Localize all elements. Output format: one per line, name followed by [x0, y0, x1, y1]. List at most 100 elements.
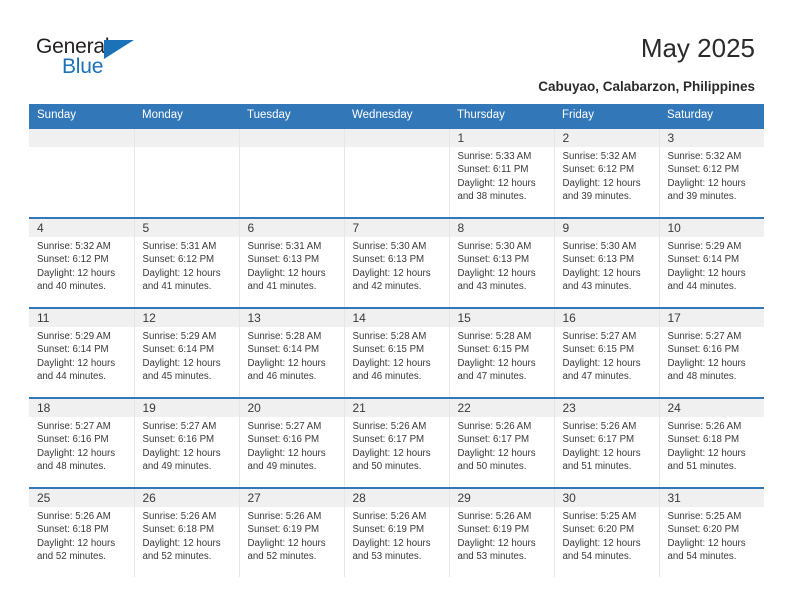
daylight-duration-line1: Daylight: 12 hours	[667, 447, 746, 459]
day-cell[interactable]: 8 Sunrise: 5:30 AM Sunset: 6:13 PM Daylight…	[449, 217, 555, 308]
sunset-time: Sunset: 6:14 PM	[37, 344, 109, 356]
day-number: 12	[134, 309, 239, 327]
triangle-icon	[104, 40, 134, 59]
day-number: 19	[134, 399, 239, 417]
day-cell[interactable]: 13 Sunrise: 5:28 AM Sunset: 6:14 PM Dayligh…	[239, 307, 345, 398]
day-number: 17	[659, 309, 764, 327]
sunrise-time: Sunrise: 5:27 AM	[667, 331, 742, 342]
day-cell[interactable]: 23 Sunrise: 5:26 AM Sunset: 6:17 PM Dayligh…	[554, 397, 660, 488]
day-cell[interactable]: 29 Sunrise: 5:26 AM Sunset: 6:19 PM Dayligh…	[449, 487, 555, 577]
daylight-duration-line1: Daylight: 12 hours	[37, 267, 116, 279]
day-details: Sunrise: 5:26 AM Sunset: 6:18 PM Daylight:…	[660, 417, 765, 473]
day-cell[interactable]: 18 Sunrise: 5:27 AM Sunset: 6:16 PM Dayligh…	[29, 397, 135, 488]
weekday-header-thursday: Thursday	[449, 104, 554, 128]
day-cell[interactable]: 2 Sunrise: 5:32 AM Sunset: 6:12 PM Daylight…	[554, 127, 660, 218]
day-cell[interactable]: 30 Sunrise: 5:25 AM Sunset: 6:20 PM Dayligh…	[554, 487, 660, 577]
day-cell[interactable]: 5 Sunrise: 5:31 AM Sunset: 6:12 PM Daylight…	[134, 217, 240, 308]
day-number: 16	[554, 309, 659, 327]
day-number: 4	[29, 219, 134, 237]
day-cell[interactable]: 10 Sunrise: 5:29 AM Sunset: 6:14 PM Dayligh…	[659, 217, 764, 308]
day-cell[interactable]: 9 Sunrise: 5:30 AM Sunset: 6:13 PM Daylight…	[554, 217, 660, 308]
daylight-duration-line1: Daylight: 12 hours	[667, 357, 746, 369]
day-cell[interactable]: 28 Sunrise: 5:26 AM Sunset: 6:19 PM Dayligh…	[344, 487, 450, 577]
daylight-duration-line2: and 44 minutes.	[667, 280, 737, 292]
day-cell[interactable]: 6 Sunrise: 5:31 AM Sunset: 6:13 PM Daylight…	[239, 217, 345, 308]
day-cell[interactable]: 1 Sunrise: 5:33 AM Sunset: 6:11 PM Daylight…	[449, 127, 555, 218]
day-details: Sunrise: 5:26 AM Sunset: 6:19 PM Daylight:…	[240, 507, 344, 563]
daylight-duration-line1: Daylight: 12 hours	[352, 447, 431, 459]
daylight-duration-line1: Daylight: 12 hours	[37, 537, 116, 549]
day-cell[interactable]: 16 Sunrise: 5:27 AM Sunset: 6:15 PM Dayligh…	[554, 307, 660, 398]
day-details: Sunrise: 5:27 AM Sunset: 6:16 PM Daylight:…	[240, 417, 344, 473]
daylight-duration-line2: and 46 minutes.	[247, 370, 317, 382]
day-cell[interactable]: 11 Sunrise: 5:29 AM Sunset: 6:14 PM Dayligh…	[29, 307, 135, 398]
day-details: Sunrise: 5:27 AM Sunset: 6:16 PM Daylight:…	[29, 417, 134, 473]
daylight-duration-line2: and 39 minutes.	[562, 190, 632, 202]
day-cell[interactable]: 20 Sunrise: 5:27 AM Sunset: 6:16 PM Dayligh…	[239, 397, 345, 488]
sunrise-time: Sunrise: 5:27 AM	[37, 421, 111, 432]
sunset-time: Sunset: 6:20 PM	[667, 524, 740, 536]
daylight-duration-line2: and 53 minutes.	[457, 550, 527, 562]
sunset-time: Sunset: 6:15 PM	[562, 344, 635, 356]
day-cell[interactable]: 7 Sunrise: 5:30 AM Sunset: 6:13 PM Daylight…	[344, 217, 450, 308]
day-cell[interactable]: 26 Sunrise: 5:26 AM Sunset: 6:18 PM Dayligh…	[134, 487, 240, 577]
page-header: General Blue May 2025 Cabuyao, Calabarzo…	[0, 0, 792, 100]
daylight-duration-line1: Daylight: 12 hours	[667, 537, 746, 549]
day-cell[interactable]: 3 Sunrise: 5:32 AM Sunset: 6:12 PM Daylight…	[659, 127, 764, 218]
day-details: Sunrise: 5:28 AM Sunset: 6:15 PM Daylight:…	[450, 327, 554, 383]
day-cell[interactable]: 12 Sunrise: 5:29 AM Sunset: 6:14 PM Dayligh…	[134, 307, 240, 398]
daylight-duration-line2: and 45 minutes.	[142, 370, 212, 382]
sunrise-time: Sunrise: 5:32 AM	[667, 151, 742, 162]
day-cell[interactable]: 21 Sunrise: 5:26 AM Sunset: 6:17 PM Dayligh…	[344, 397, 450, 488]
daylight-duration-line2: and 54 minutes.	[667, 550, 737, 562]
daylight-duration-line2: and 39 minutes.	[667, 190, 737, 202]
daylight-duration-line2: and 43 minutes.	[457, 280, 527, 292]
sunset-time: Sunset: 6:13 PM	[352, 254, 425, 266]
daylight-duration-line2: and 49 minutes.	[247, 460, 317, 472]
day-number: 15	[449, 309, 554, 327]
sunrise-time: Sunrise: 5:32 AM	[562, 151, 637, 162]
day-cell[interactable]: 27 Sunrise: 5:26 AM Sunset: 6:19 PM Dayligh…	[239, 487, 345, 577]
day-number: 23	[554, 399, 659, 417]
day-cell[interactable]: 24 Sunrise: 5:26 AM Sunset: 6:18 PM Dayligh…	[659, 397, 765, 488]
sunrise-time: Sunrise: 5:30 AM	[562, 241, 637, 252]
sunset-time: Sunset: 6:12 PM	[142, 254, 215, 266]
day-number: 9	[554, 219, 659, 237]
day-cell[interactable]: 19 Sunrise: 5:27 AM Sunset: 6:16 PM Dayligh…	[134, 397, 240, 488]
day-number: 13	[239, 309, 344, 327]
sunset-time: Sunset: 6:17 PM	[457, 434, 530, 446]
day-cell-empty	[134, 127, 240, 218]
daylight-duration-line1: Daylight: 12 hours	[457, 177, 536, 189]
daylight-duration-line2: and 40 minutes.	[37, 280, 106, 292]
day-number: 20	[239, 399, 344, 417]
brand-logo[interactable]: General Blue	[36, 36, 156, 82]
day-cell[interactable]: 4 Sunrise: 5:32 AM Sunset: 6:12 PM Daylight…	[29, 217, 135, 308]
day-details: Sunrise: 5:32 AM Sunset: 6:12 PM Daylight:…	[555, 147, 659, 203]
daylight-duration-line1: Daylight: 12 hours	[142, 537, 221, 549]
daylight-duration-line2: and 52 minutes.	[247, 550, 317, 562]
day-cell[interactable]: 31 Sunrise: 5:25 AM Sunset: 6:20 PM Dayligh…	[659, 487, 764, 577]
sunrise-time: Sunrise: 5:26 AM	[352, 511, 427, 522]
sunrise-time: Sunrise: 5:29 AM	[142, 331, 217, 342]
calendar-body: 1 Sunrise: 5:33 AM Sunset: 6:11 PM Daylight…	[29, 127, 765, 577]
day-cell-empty	[344, 127, 450, 218]
day-cell[interactable]: 25 Sunrise: 5:26 AM Sunset: 6:18 PM Dayligh…	[29, 487, 135, 577]
day-cell[interactable]: 15 Sunrise: 5:28 AM Sunset: 6:15 PM Dayligh…	[449, 307, 555, 398]
day-cell-empty	[239, 127, 345, 218]
day-number: 5	[134, 219, 239, 237]
sunset-time: Sunset: 6:20 PM	[562, 524, 635, 536]
sunset-time: Sunset: 6:13 PM	[247, 254, 320, 266]
sunrise-time: Sunrise: 5:33 AM	[457, 151, 532, 162]
day-cell[interactable]: 14 Sunrise: 5:28 AM Sunset: 6:15 PM Dayligh…	[344, 307, 450, 398]
day-cell[interactable]: 22 Sunrise: 5:26 AM Sunset: 6:17 PM Dayligh…	[449, 397, 555, 488]
daylight-duration-line1: Daylight: 12 hours	[562, 177, 641, 189]
calendar-week-row: 18 Sunrise: 5:27 AM Sunset: 6:16 PM Dayligh…	[29, 397, 765, 488]
sunset-time: Sunset: 6:14 PM	[247, 344, 320, 356]
day-details	[29, 147, 134, 150]
daylight-duration-line1: Daylight: 12 hours	[37, 357, 116, 369]
sunrise-sunset-calendar: Sunday Monday Tuesday Wednesday Thursday…	[29, 104, 764, 577]
day-details: Sunrise: 5:31 AM Sunset: 6:13 PM Daylight:…	[240, 237, 344, 293]
day-number: 2	[554, 129, 659, 147]
day-cell[interactable]: 17 Sunrise: 5:27 AM Sunset: 6:16 PM Dayligh…	[659, 307, 764, 398]
sunrise-time: Sunrise: 5:30 AM	[457, 241, 532, 252]
